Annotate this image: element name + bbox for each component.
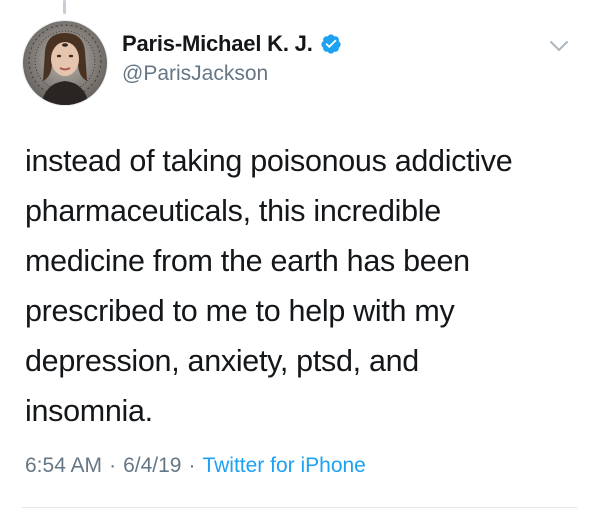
avatar-image: [23, 21, 107, 105]
tweet-date[interactable]: 6/4/19: [123, 454, 181, 478]
author-header[interactable]: Paris-Michael K. J. @ParisJackson: [122, 29, 342, 86]
meta-separator: ·: [188, 454, 196, 477]
tweet-source-link[interactable]: Twitter for iPhone: [202, 454, 365, 478]
user-handle[interactable]: @ParisJackson: [122, 62, 342, 86]
name-row: Paris-Michael K. J.: [122, 29, 342, 59]
verified-badge-icon: [320, 33, 342, 55]
thread-connector-line: [63, 0, 66, 14]
tweet-card[interactable]: Paris-Michael K. J. @ParisJackson instea…: [0, 0, 590, 513]
meta-separator: ·: [109, 454, 117, 477]
tweet-body-text: instead of taking poisonous addictive ph…: [25, 144, 513, 428]
tweet-metadata: 6:54 AM · 6/4/19 · Twitter for iPhone: [25, 454, 366, 478]
tweet-time[interactable]: 6:54 AM: [25, 454, 102, 478]
divider: [22, 507, 577, 508]
display-name[interactable]: Paris-Michael K. J.: [122, 31, 313, 57]
avatar[interactable]: [22, 20, 108, 106]
chevron-down-icon[interactable]: [548, 38, 570, 54]
